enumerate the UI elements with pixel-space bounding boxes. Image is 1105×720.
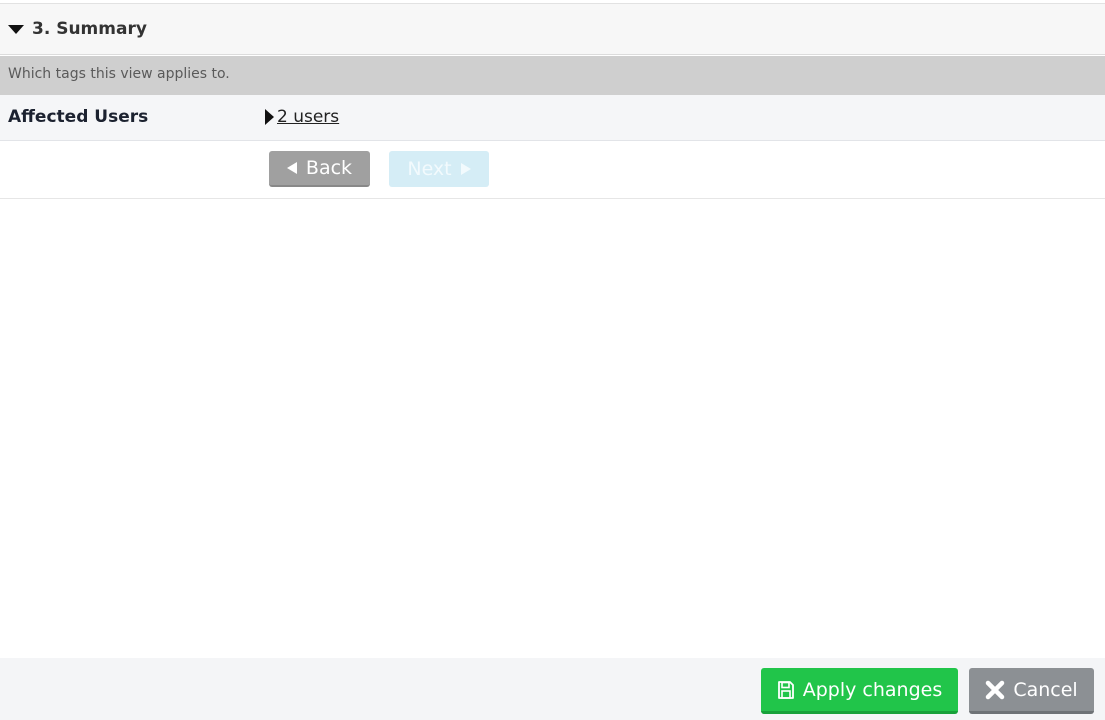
triangle-right-icon [460, 163, 471, 175]
apply-changes-label: Apply changes [802, 678, 943, 701]
floppy-disk-icon [777, 680, 795, 700]
triangle-left-icon [286, 162, 297, 174]
section-description: Which tags this view applies to. [8, 66, 230, 82]
cancel-button[interactable]: Cancel [969, 668, 1094, 714]
affected-users-link[interactable]: 2 users [277, 107, 339, 127]
affected-users-row: Affected Users 2 users [0, 95, 1105, 141]
next-button-label: Next [407, 158, 452, 180]
section-title: 3. Summary [32, 19, 147, 39]
caret-right-icon[interactable] [265, 109, 274, 125]
summary-page: 3. Summary Which tags this view applies … [0, 0, 1105, 720]
back-button[interactable]: Back [269, 151, 370, 187]
section-header[interactable]: 3. Summary [0, 3, 1105, 55]
footer-action-bar: Apply changes Cancel [0, 658, 1105, 720]
caret-down-icon[interactable] [8, 25, 24, 34]
back-button-label: Back [305, 157, 353, 179]
section-description-bar: Which tags this view applies to. [0, 56, 1105, 95]
wizard-navigation: Back Next [0, 141, 1105, 199]
next-button[interactable]: Next [389, 151, 489, 187]
x-icon [985, 680, 1005, 700]
cancel-label: Cancel [1013, 678, 1078, 701]
affected-users-label: Affected Users [8, 107, 149, 127]
apply-changes-button[interactable]: Apply changes [761, 668, 958, 714]
